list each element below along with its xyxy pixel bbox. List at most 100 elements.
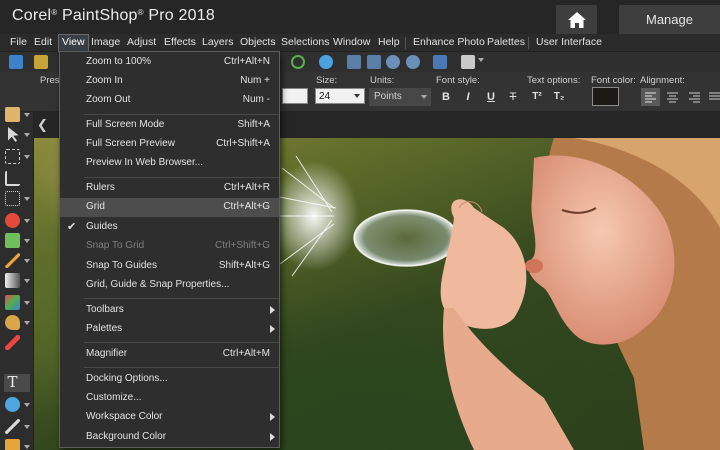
menu-edit[interactable]: Edit bbox=[34, 34, 52, 52]
chevron-down-icon bbox=[24, 197, 30, 201]
menu-item-label: Palettes bbox=[86, 323, 123, 334]
zoom-fit-icon[interactable] bbox=[347, 55, 361, 69]
straighten-tool[interactable] bbox=[4, 190, 30, 208]
color-changer-tool[interactable] bbox=[4, 294, 30, 312]
text-tool[interactable]: T bbox=[4, 374, 30, 392]
font-field-tail[interactable] bbox=[282, 88, 308, 104]
menu-item-palettes[interactable]: Palettes bbox=[60, 320, 279, 339]
clone-tool[interactable] bbox=[4, 232, 30, 250]
brush-icon bbox=[5, 253, 20, 268]
smudge-tool[interactable] bbox=[4, 314, 30, 332]
menu-item-preview-web-browser[interactable]: Preview In Web Browser... bbox=[60, 154, 279, 173]
menu-item-label: Rulers bbox=[86, 182, 115, 193]
subscript-icon[interactable]: T₂ bbox=[551, 89, 567, 105]
menu-file[interactable]: File bbox=[10, 34, 27, 52]
menu-enhance-photo[interactable]: Enhance Photo bbox=[413, 34, 485, 52]
menu-objects[interactable]: Objects bbox=[240, 34, 276, 52]
selection-tool[interactable] bbox=[4, 148, 30, 166]
font-color-label: Font color: bbox=[591, 75, 636, 86]
menu-view[interactable]: View bbox=[58, 34, 89, 52]
menu-item-shortcut: Ctrl+Shift+A bbox=[216, 138, 270, 149]
new-file-icon[interactable] bbox=[9, 55, 23, 69]
chevron-down-icon bbox=[24, 239, 30, 243]
menu-item-snap-to-grid: Snap To Grid Ctrl+Shift+G bbox=[60, 237, 279, 256]
align-right-button[interactable] bbox=[685, 88, 704, 106]
menu-item-grid[interactable]: Grid Ctrl+Alt+G bbox=[60, 198, 279, 217]
redo-icon[interactable] bbox=[291, 55, 305, 69]
menu-item-guides[interactable]: ✔ Guides bbox=[60, 218, 279, 237]
menu-item-zoom-in[interactable]: Zoom In Num + bbox=[60, 72, 279, 91]
menu-item-label: Grid, Guide & Snap Properties... bbox=[86, 279, 230, 290]
menu-item-docking-options[interactable]: Docking Options... bbox=[60, 370, 279, 389]
menu-item-shortcut: Shift+Alt+G bbox=[218, 260, 270, 271]
manage-tab[interactable]: Manage bbox=[619, 5, 720, 34]
font-color-swatch[interactable] bbox=[592, 87, 619, 106]
align-left-button[interactable] bbox=[641, 88, 660, 106]
menu-adjust[interactable]: Adjust bbox=[127, 34, 156, 52]
chevron-down-icon bbox=[24, 301, 30, 305]
menu-item-toolbars[interactable]: Toolbars bbox=[60, 301, 279, 320]
warp-tool[interactable] bbox=[4, 438, 30, 450]
zoom-in-icon[interactable] bbox=[386, 55, 400, 69]
menu-item-full-screen-preview[interactable]: Full Screen Preview Ctrl+Shift+A bbox=[60, 135, 279, 154]
menu-item-workspace-color[interactable]: Workspace Color bbox=[60, 408, 279, 427]
fit-window-icon[interactable] bbox=[433, 55, 447, 69]
menu-item-shortcut: Shift+A bbox=[237, 119, 270, 130]
pan-tool[interactable] bbox=[4, 106, 30, 124]
title-bar: Corel® PaintShop® Pro 2018 Manage bbox=[0, 0, 720, 34]
align-center-button[interactable] bbox=[663, 88, 682, 106]
chevron-down-icon[interactable] bbox=[478, 58, 484, 62]
menu-item-customize[interactable]: Customize... bbox=[60, 389, 279, 408]
chevron-down-icon bbox=[24, 425, 30, 429]
menu-item-full-screen-mode[interactable]: Full Screen Mode Shift+A bbox=[60, 116, 279, 135]
menu-selections[interactable]: Selections bbox=[281, 34, 329, 52]
gradient-tool[interactable] bbox=[4, 272, 30, 290]
red-eye-tool[interactable] bbox=[4, 212, 30, 230]
chevron-right-icon bbox=[270, 413, 275, 421]
alignment-label: Alignment: bbox=[640, 75, 685, 86]
menu-item-label: Zoom Out bbox=[86, 94, 131, 105]
open-file-icon[interactable] bbox=[34, 55, 48, 69]
chevron-left-icon[interactable]: ❮ bbox=[37, 117, 48, 133]
menu-item-shortcut: Ctrl+Shift+G bbox=[214, 240, 270, 251]
menu-help[interactable]: Help bbox=[378, 34, 400, 52]
menu-layers[interactable]: Layers bbox=[202, 34, 234, 52]
menu-item-label: Guides bbox=[86, 221, 118, 232]
bold-button[interactable]: B bbox=[438, 89, 454, 105]
menu-item-shortcut: Ctrl+Alt+N bbox=[223, 56, 270, 67]
menu-item-zoom-out[interactable]: Zoom Out Num - bbox=[60, 91, 279, 110]
align-left-icon bbox=[645, 92, 656, 103]
menu-palettes[interactable]: Palettes bbox=[487, 34, 525, 52]
menu-item-magnifier[interactable]: Magnifier Ctrl+Alt+M bbox=[60, 345, 279, 364]
pick-tool[interactable] bbox=[4, 126, 30, 144]
strikethrough-button[interactable]: T bbox=[505, 89, 521, 105]
menu-item-background-color[interactable]: Background Color bbox=[60, 428, 279, 447]
menu-item-label: Grid bbox=[86, 201, 105, 212]
menu-item-zoom-100[interactable]: Zoom to 100% Ctrl+Alt+N bbox=[60, 53, 279, 72]
menu-item-grid-guide-snap-properties[interactable]: Grid, Guide & Snap Properties... bbox=[60, 276, 279, 295]
menu-separator bbox=[84, 342, 279, 343]
italic-button[interactable]: I bbox=[460, 89, 476, 105]
superscript-icon[interactable]: T² bbox=[529, 89, 545, 105]
paste-icon[interactable] bbox=[461, 55, 475, 69]
justify-button[interactable] bbox=[706, 88, 720, 106]
info-icon[interactable] bbox=[319, 55, 333, 69]
menu-user-interface[interactable]: User Interface bbox=[536, 34, 602, 52]
zoom-actual-icon[interactable] bbox=[367, 55, 381, 69]
units-label: Units: bbox=[370, 75, 395, 86]
home-icon bbox=[567, 11, 586, 28]
dropper-tool[interactable] bbox=[4, 334, 30, 352]
underline-button[interactable]: U bbox=[483, 89, 499, 105]
menu-window[interactable]: Window bbox=[333, 34, 370, 52]
menu-image[interactable]: Image bbox=[91, 34, 120, 52]
shape-tool[interactable] bbox=[4, 396, 30, 414]
menu-separator bbox=[528, 37, 529, 49]
home-tab-button[interactable] bbox=[556, 5, 597, 34]
pen-tool[interactable] bbox=[4, 418, 30, 436]
menu-item-snap-to-guides[interactable]: Snap To Guides Shift+Alt+G bbox=[60, 257, 279, 276]
zoom-out-icon[interactable] bbox=[406, 55, 420, 69]
paint-brush-tool[interactable] bbox=[4, 252, 30, 270]
menu-effects[interactable]: Effects bbox=[164, 34, 196, 52]
menu-item-rulers[interactable]: Rulers Ctrl+Alt+R bbox=[60, 179, 279, 198]
crop-tool[interactable] bbox=[4, 170, 30, 188]
